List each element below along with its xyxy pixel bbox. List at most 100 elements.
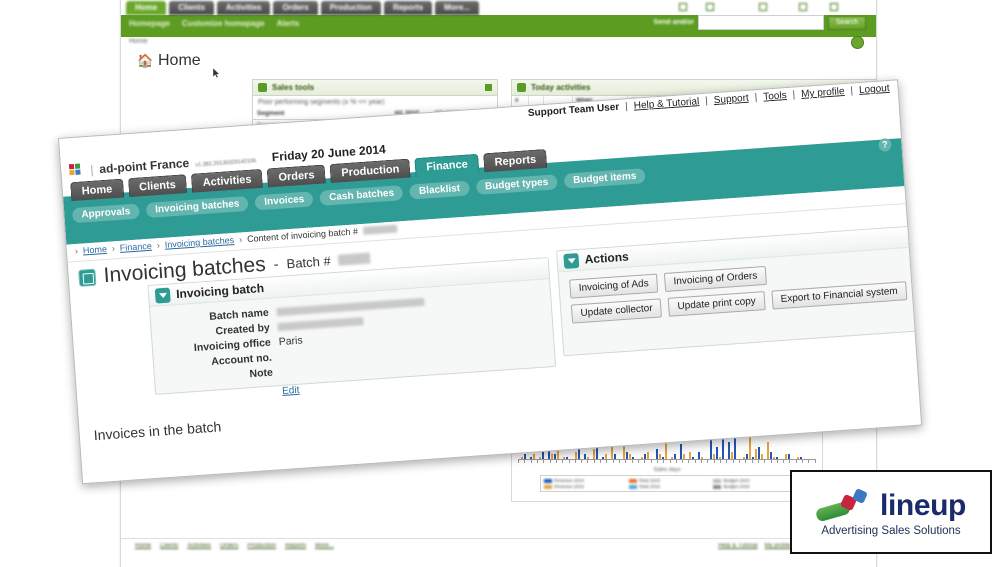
redacted-batch-number: [338, 252, 371, 266]
lineup-wordmark: lineup: [880, 488, 966, 522]
widget-icon: [517, 83, 526, 92]
help-icon[interactable]: [851, 36, 864, 49]
background-search-area[interactable]: All Customers Orders Ads Vendors Send an…: [616, 1, 866, 35]
tab-clients[interactable]: Clients: [127, 174, 188, 198]
widget-title: Today activities: [531, 83, 591, 92]
search-option-ads[interactable]: Ads: [799, 3, 821, 11]
legend-item: Revenue 2015: [544, 478, 625, 483]
chevron-right-icon: ›: [74, 245, 79, 257]
bg-tab-production[interactable]: Production: [320, 1, 381, 15]
footer-link-orders[interactable]: Orders: [220, 543, 238, 549]
bg-subnav-customize-homepage[interactable]: Customize homepage: [182, 19, 265, 28]
widget-subtitle: Poor performing segments (x % << year): [258, 99, 385, 106]
footer-link-clients[interactable]: Clients: [160, 543, 178, 549]
widget-title: Sales tools: [272, 83, 315, 92]
search-option-label: Ads: [809, 3, 822, 11]
update-print-copy-button[interactable]: Update print copy: [667, 291, 766, 317]
collapse-triangle-icon[interactable]: [563, 252, 580, 269]
search-option-label: All: [689, 3, 697, 11]
title-dash: -: [273, 255, 280, 273]
invoicing-batches-icon: [78, 268, 97, 287]
search-button[interactable]: Search: [828, 15, 866, 30]
legend-item: Budget 2016: [713, 484, 794, 489]
chart-x-axis-label: Sales days: [653, 467, 681, 473]
breadcrumb-invoicing-batches[interactable]: Invoicing batches: [164, 235, 234, 250]
bg-tab-more[interactable]: More...: [435, 1, 479, 15]
chevron-right-icon: ›: [238, 234, 243, 245]
search-input[interactable]: [698, 15, 824, 30]
panel-title: Invoicing batch: [175, 281, 265, 302]
checkbox-icon[interactable]: [705, 3, 714, 11]
search-label: Send and/or: [653, 19, 694, 26]
search-option-all[interactable]: All: [679, 3, 697, 11]
breadcrumb-home[interactable]: Home: [83, 244, 108, 256]
panel-actions: Actions Invoicing of Ads Invoicing of Or…: [556, 222, 923, 357]
background-breadcrumb: Home: [129, 38, 148, 45]
update-collector-button[interactable]: Update collector: [570, 298, 663, 324]
screenshot-stage: Home Clients Activities Orders Productio…: [0, 0, 992, 567]
background-main-tabs[interactable]: Home Clients Activities Orders Productio…: [126, 1, 479, 15]
bg-tab-orders[interactable]: Orders: [273, 1, 318, 15]
adpoint-logo-icon: [68, 163, 85, 179]
background-search-row[interactable]: Send and/or Search: [616, 15, 866, 30]
footer-nav-links[interactable]: Home Clients Activities Orders Productio…: [135, 543, 334, 549]
search-option-label: Customers: [715, 3, 750, 11]
footer-link-my-profile[interactable]: My profile: [765, 543, 791, 549]
chart-legend: Revenue 2015 Total 2015 Budget 2015 Reve…: [540, 475, 798, 492]
invoicing-batch-form: Batch name Created by Invoicing office P…: [161, 288, 546, 405]
legend-item: Budget 2015: [713, 478, 794, 483]
breadcrumb-finance[interactable]: Finance: [119, 241, 152, 253]
panel-title: Actions: [584, 249, 630, 267]
bg-tab-clients[interactable]: Clients: [169, 1, 214, 15]
widget-header: Sales tools: [253, 80, 497, 96]
search-option-orders[interactable]: Orders: [758, 3, 790, 11]
footer-link-more[interactable]: More...: [315, 543, 334, 549]
widget-icon: [258, 83, 267, 92]
checkbox-icon[interactable]: [758, 3, 767, 11]
export-to-financial-system-button[interactable]: Export to Financial system: [771, 281, 908, 310]
invoicing-of-ads-button[interactable]: Invoicing of Ads: [569, 273, 659, 299]
collapse-triangle-icon[interactable]: [154, 287, 171, 304]
lineup-tagline: Advertising Sales Solutions: [821, 524, 961, 537]
brand-divider: |: [89, 162, 94, 177]
checkbox-icon[interactable]: [830, 3, 839, 11]
footer-link-help-tutorial[interactable]: Help & Tutorial: [718, 543, 757, 549]
redacted-batch-number: [362, 224, 398, 235]
bg-tab-reports[interactable]: Reports: [383, 1, 433, 15]
chart-x-axis: [518, 459, 816, 466]
invoices-in-batch-heading: Invoices in the batch: [93, 418, 222, 444]
search-option-vendors[interactable]: Vendors: [830, 3, 866, 11]
foreground-invoicing-window: Support Team User | Help & Tutorial | Su…: [58, 79, 923, 485]
chevron-right-icon: ›: [156, 240, 161, 251]
lineup-logo-watermark: lineup Advertising Sales Solutions: [790, 470, 992, 554]
home-icon: 🏠: [137, 53, 154, 68]
legend-item: Revenue 2016: [544, 484, 625, 489]
background-page-title: 🏠 Home: [137, 52, 201, 70]
footer-link-production[interactable]: Production: [247, 543, 276, 549]
bg-subnav-alerts[interactable]: Alerts: [277, 19, 300, 28]
lineup-logo-row: lineup: [814, 487, 966, 524]
page-title: Home: [158, 52, 201, 69]
legend-item: Total 2016: [628, 484, 710, 489]
checkbox-icon[interactable]: [799, 3, 808, 11]
footer-link-activities[interactable]: Activities: [187, 543, 211, 549]
background-search-options[interactable]: All Customers Orders Ads Vendors: [616, 1, 866, 11]
bg-tab-home[interactable]: Home: [126, 1, 167, 15]
tab-orders[interactable]: Orders: [266, 164, 327, 188]
chevron-right-icon: ›: [111, 243, 116, 254]
background-subnav[interactable]: Homepage Customize homepage Alerts: [129, 19, 299, 28]
tab-home[interactable]: Home: [70, 178, 124, 202]
search-option-label: Vendors: [840, 3, 866, 11]
bg-tab-activities[interactable]: Activities: [216, 1, 271, 15]
footer-link-reports[interactable]: Reports: [285, 543, 306, 549]
checkbox-icon[interactable]: [679, 3, 688, 11]
footer-link-home[interactable]: Home: [135, 543, 151, 549]
invoicing-of-orders-button[interactable]: Invoicing of Orders: [663, 265, 767, 293]
search-option-customers[interactable]: Customers: [705, 3, 750, 11]
chart-x-ticks: [518, 460, 816, 463]
close-icon[interactable]: [485, 84, 492, 91]
legend-item: Total 2015: [628, 478, 710, 483]
bg-subnav-homepage[interactable]: Homepage: [129, 19, 170, 28]
background-footer: Home Clients Activities Orders Productio…: [121, 538, 876, 559]
lineup-mark-icon: [814, 487, 874, 524]
